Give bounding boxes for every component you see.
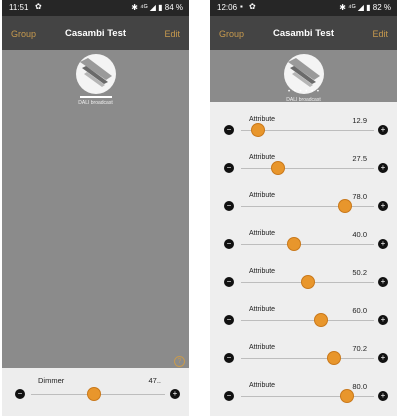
increase-button[interactable]: + [378, 353, 388, 363]
phone-screen-dimmer: 11:51 ✿ ✱ ⁴ᴳ ◢ ▮ 84 % Group Casambi Test… [2, 0, 189, 416]
attribute-slider-track[interactable] [241, 320, 374, 321]
edit-button[interactable]: Edit [164, 29, 180, 39]
decrease-button[interactable]: − [224, 163, 234, 173]
attribute-slider-track[interactable] [241, 168, 374, 169]
progress-dots: • • • • • • [288, 89, 320, 95]
fixture-icon [80, 58, 112, 87]
decrease-button[interactable]: − [224, 315, 234, 325]
luminaire-icon[interactable] [76, 54, 116, 94]
status-bar: 11:51 ✿ ✱ ⁴ᴳ ◢ ▮ 84 % [2, 0, 189, 16]
help-icon[interactable]: ? [174, 356, 185, 367]
attribute-row: Attribute 70.2 − + [210, 338, 397, 376]
attribute-row: Attribute 27.5 − + [210, 148, 397, 186]
attribute-slider-track[interactable] [241, 358, 374, 359]
attribute-label: Attribute [249, 192, 276, 199]
attribute-row: Attribute 60.0 − + [210, 300, 397, 338]
phone-screen-attributes: 12:06 ▪ ✿ ✱ ⁴ᴳ ◢ ▮ 82 % Group Casambi Te… [210, 0, 397, 416]
dimmer-control: Dimmer 47.. − + [2, 368, 189, 416]
page-title: Casambi Test [64, 28, 127, 39]
decrease-button[interactable]: − [224, 391, 234, 401]
attribute-slider-track[interactable] [241, 206, 374, 207]
attribute-label: Attribute [249, 116, 276, 123]
attribute-row: Attribute 50.2 − + [210, 262, 397, 300]
decrease-button[interactable]: − [224, 201, 234, 211]
attribute-label: Attribute [249, 154, 276, 161]
decrease-button[interactable]: − [224, 125, 234, 135]
attribute-row: Attribute 12.9 − + [210, 110, 397, 148]
edit-button[interactable]: Edit [372, 29, 388, 39]
attribute-slider-track[interactable] [241, 396, 374, 397]
attribute-slider-knob[interactable] [270, 161, 285, 175]
attribute-label: Attribute [249, 306, 276, 313]
message-icon: ▪ [240, 2, 243, 11]
attribute-slider-knob[interactable] [300, 275, 315, 289]
dimmer-value: 47.. [148, 376, 161, 385]
attribute-slider-knob[interactable] [313, 313, 328, 327]
page-title: Casambi Test [272, 28, 335, 39]
status-time: 11:51 [9, 3, 29, 12]
attribute-value: 27.5 [352, 154, 367, 163]
attribute-value: 60.0 [352, 306, 367, 315]
increase-button[interactable]: + [378, 277, 388, 287]
decrease-button[interactable]: − [224, 277, 234, 287]
dimmer-label: Dimmer [38, 376, 65, 385]
decrease-button[interactable]: − [15, 389, 25, 399]
attribute-value: 12.9 [352, 116, 367, 125]
attribute-row: Attribute 80.0 − + [210, 376, 397, 414]
gear-icon: ✿ [35, 2, 42, 11]
luminaire-label: DALI broadcast [78, 100, 113, 106]
increase-button[interactable]: + [378, 201, 388, 211]
fixture-icon [288, 58, 320, 87]
attribute-value: 40.0 [352, 230, 367, 239]
attribute-row: Attribute 78.0 − + [210, 186, 397, 224]
attribute-slider-knob[interactable] [327, 351, 342, 365]
attribute-row: Attribute 40.0 − + [210, 224, 397, 262]
attribute-value: 70.2 [352, 344, 367, 353]
attribute-slider-track[interactable] [241, 244, 374, 245]
increase-button[interactable]: + [378, 315, 388, 325]
attribute-label: Attribute [249, 268, 276, 275]
decrease-button[interactable]: − [224, 239, 234, 249]
attribute-value: 78.0 [352, 192, 367, 201]
luminaire-level-bar [80, 96, 112, 98]
increase-button[interactable]: + [378, 391, 388, 401]
attribute-slider-knob[interactable] [337, 199, 352, 213]
nav-bar: Group Casambi Test Edit [2, 16, 189, 50]
attribute-label: Attribute [249, 344, 276, 351]
increase-button[interactable]: + [170, 389, 180, 399]
attribute-slider-knob[interactable] [340, 389, 355, 403]
decrease-button[interactable]: − [224, 353, 234, 363]
status-indicators: ✱ ⁴ᴳ ◢ ▮ 82 % [339, 3, 391, 12]
nav-bar: Group Casambi Test Edit [210, 16, 397, 50]
gear-icon: ✿ [249, 2, 256, 11]
dimmer-slider-knob[interactable] [86, 387, 101, 401]
status-time: 12:06 [217, 3, 238, 12]
status-bar: 12:06 ▪ ✿ ✱ ⁴ᴳ ◢ ▮ 82 % [210, 0, 397, 16]
luminaire-icon[interactable] [284, 54, 324, 94]
increase-button[interactable]: + [378, 163, 388, 173]
attribute-label: Attribute [249, 382, 276, 389]
status-indicators: ✱ ⁴ᴳ ◢ ▮ 84 % [131, 3, 183, 12]
attribute-list: Attribute 12.9 − + Attribute 27.5 − + Attribute 7… [210, 102, 397, 416]
attribute-label: Attribute [249, 230, 276, 237]
increase-button[interactable]: + [378, 239, 388, 249]
attribute-slider-knob[interactable] [251, 123, 266, 137]
attribute-slider-knob[interactable] [287, 237, 302, 251]
attribute-value: 50.2 [352, 268, 367, 277]
increase-button[interactable]: + [378, 125, 388, 135]
attribute-value: 80.0 [352, 382, 367, 391]
